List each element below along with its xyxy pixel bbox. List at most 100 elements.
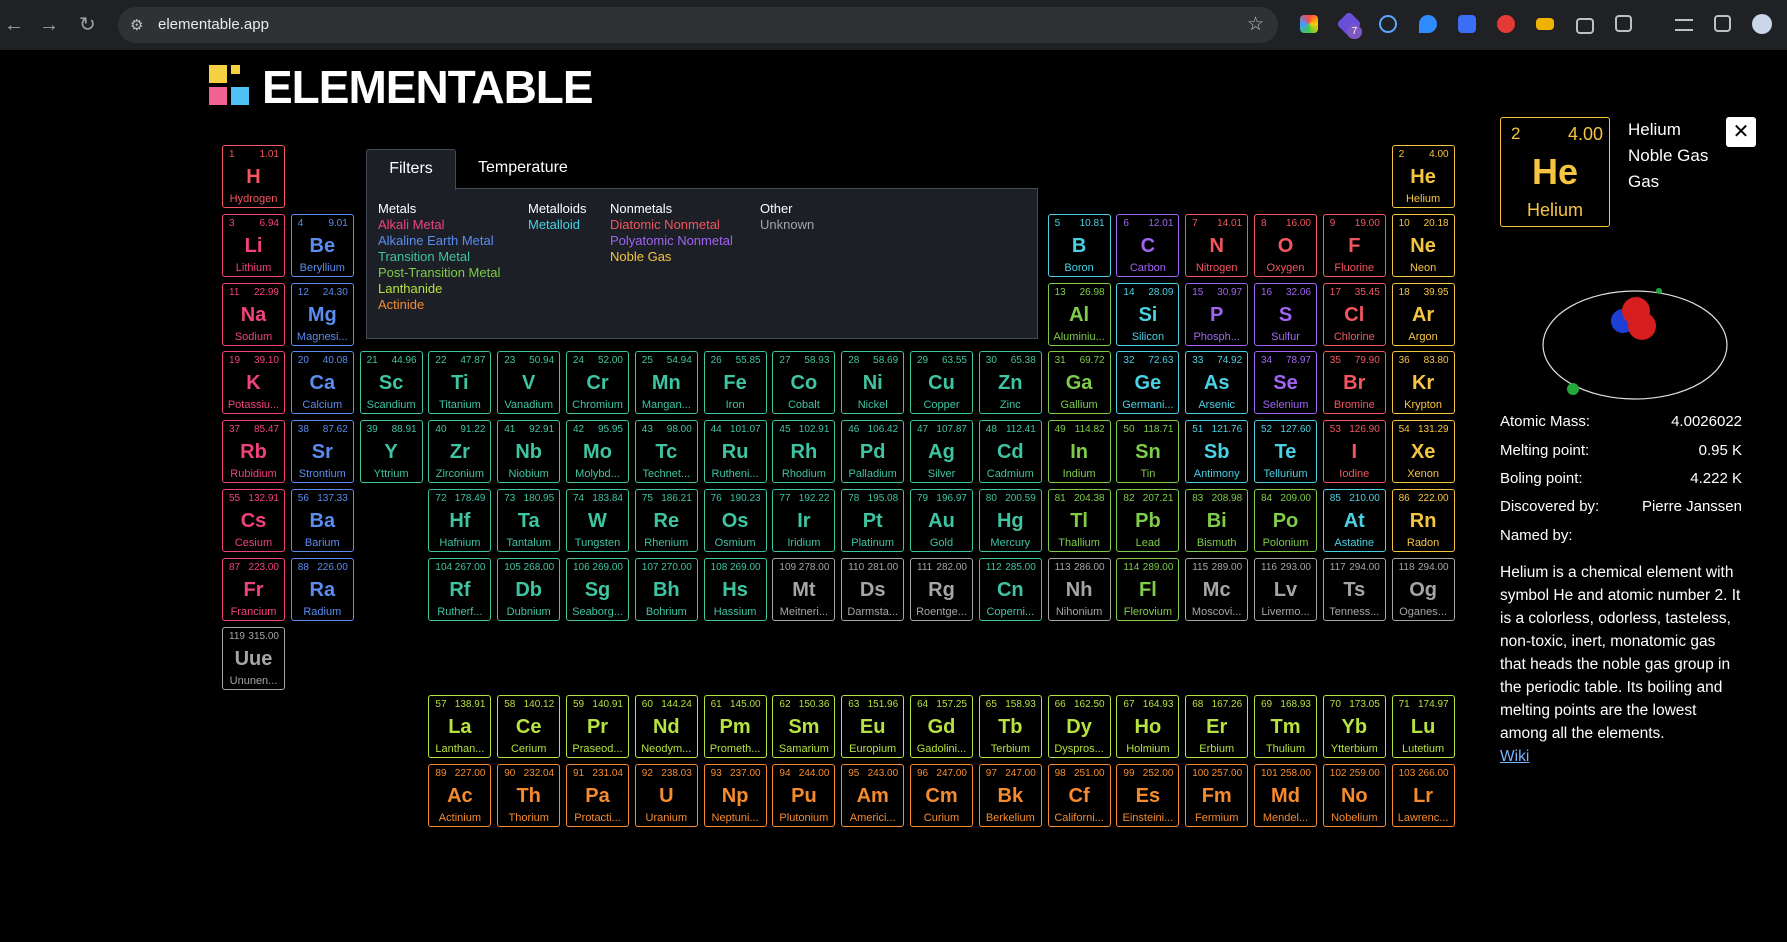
filter-noble-gas[interactable]: Noble Gas	[610, 249, 733, 265]
element-cell-as[interactable]: 33 74.92 As Arsenic	[1185, 351, 1249, 414]
filter-alkali-metal[interactable]: Alkali Metal	[378, 217, 500, 233]
element-cell-be[interactable]: 4 9.01 Be Beryllium	[290, 214, 354, 277]
side-panel-icon[interactable]	[1714, 15, 1731, 32]
reading-list-icon[interactable]	[1675, 19, 1693, 31]
element-cell-tm[interactable]: 69 168.93 Tm Thulium	[1254, 695, 1317, 758]
element-cell-pb[interactable]: 82 207.21 Pb Lead	[1116, 489, 1180, 552]
close-button[interactable]: ✕	[1726, 117, 1756, 147]
element-cell-al[interactable]: 13 26.98 Al Aluminiu...	[1047, 283, 1111, 346]
element-cell-ru[interactable]: 44 101.07 Ru Rutheni...	[703, 420, 767, 483]
element-cell-ga[interactable]: 31 69.72 Ga Gallium	[1047, 351, 1111, 414]
element-cell-se[interactable]: 34 78.97 Se Selenium	[1254, 351, 1317, 414]
element-cell-mt[interactable]: 109 278.00 Mt Meitneri...	[772, 558, 836, 621]
element-cell-sb[interactable]: 51 121.76 Sb Antimony	[1185, 420, 1249, 483]
element-cell-cf[interactable]: 98 251.00 Cf Californi...	[1047, 764, 1111, 827]
element-cell-b[interactable]: 5 10.81 B Boron	[1047, 214, 1111, 277]
site-info-icon[interactable]: ⚙	[130, 16, 143, 34]
filter-lanthanide[interactable]: Lanthanide	[378, 281, 500, 297]
element-cell-mn[interactable]: 25 54.94 Mn Mangan...	[634, 351, 698, 414]
element-cell-rn[interactable]: 86 222.00 Rn Radon	[1391, 489, 1455, 552]
element-cell-ir[interactable]: 77 192.22 Ir Iridium	[772, 489, 836, 552]
element-cell-ne[interactable]: 10 20.18 Ne Neon	[1391, 214, 1455, 277]
element-cell-nh[interactable]: 113 286.00 Nh Nihonium	[1047, 558, 1111, 621]
element-cell-pu[interactable]: 94 244.00 Pu Plutonium	[772, 764, 836, 827]
element-cell-dy[interactable]: 66 162.50 Dy Dyspros...	[1047, 695, 1111, 758]
element-cell-es[interactable]: 99 252.00 Es Einsteini...	[1116, 764, 1180, 827]
element-cell-pr[interactable]: 59 140.91 Pr Praseod...	[566, 695, 629, 758]
element-cell-ce[interactable]: 58 140.12 Ce Cerium	[497, 695, 561, 758]
element-cell-sr[interactable]: 38 87.62 Sr Strontium	[290, 420, 354, 483]
element-cell-na[interactable]: 11 22.99 Na Sodium	[222, 283, 285, 346]
element-cell-c[interactable]: 6 12.01 C Carbon	[1116, 214, 1180, 277]
element-cell-zr[interactable]: 40 91.22 Zr Zirconium	[428, 420, 492, 483]
element-cell-rg[interactable]: 111 282.00 Rg Roentge...	[910, 558, 973, 621]
element-cell-kr[interactable]: 36 83.80 Kr Krypton	[1391, 351, 1455, 414]
element-cell-fe[interactable]: 26 55.85 Fe Iron	[703, 351, 767, 414]
extension-react-icon[interactable]	[1379, 15, 1397, 33]
element-cell-sc[interactable]: 21 44.96 Sc Scandium	[359, 351, 423, 414]
element-cell-nd[interactable]: 60 144.24 Nd Neodym...	[634, 695, 698, 758]
tab-filters[interactable]: Filters	[366, 149, 456, 190]
element-cell-cd[interactable]: 48 112.41 Cd Cadmium	[978, 420, 1042, 483]
reload-icon[interactable]: ↻	[79, 13, 96, 37]
element-cell-te[interactable]: 52 127.60 Te Tellurium	[1254, 420, 1317, 483]
extension-drop-icon[interactable]	[1419, 15, 1437, 33]
element-cell-rb[interactable]: 37 85.47 Rb Rubidium	[222, 420, 285, 483]
element-cell-i[interactable]: 53 126.90 I Iodine	[1322, 420, 1386, 483]
element-cell-co[interactable]: 27 58.93 Co Cobalt	[772, 351, 836, 414]
element-cell-th[interactable]: 90 232.04 Th Thorium	[497, 764, 561, 827]
element-cell-er[interactable]: 68 167.26 Er Erbium	[1185, 695, 1249, 758]
element-cell-br[interactable]: 35 79.90 Br Bromine	[1322, 351, 1386, 414]
extension-folder-icon[interactable]	[1536, 18, 1554, 30]
url-text[interactable]: elementable.app	[158, 16, 269, 33]
element-cell-cm[interactable]: 96 247.00 Cm Curium	[910, 764, 973, 827]
element-cell-mc[interactable]: 115 289.00 Mc Moscovi...	[1185, 558, 1249, 621]
element-cell-re[interactable]: 75 186.21 Re Rhenium	[634, 489, 698, 552]
element-cell-ag[interactable]: 47 107.87 Ag Silver	[910, 420, 973, 483]
element-cell-rh[interactable]: 45 102.91 Rh Rhodium	[772, 420, 836, 483]
element-cell-li[interactable]: 3 6.94 Li Lithium	[222, 214, 285, 277]
filter-diatomic-nonmetal[interactable]: Diatomic Nonmetal	[610, 217, 733, 233]
filter-transition-metal[interactable]: Transition Metal	[378, 249, 500, 265]
filter-unknown[interactable]: Unknown	[760, 217, 814, 233]
camera-icon[interactable]	[1576, 18, 1594, 34]
element-cell-ta[interactable]: 73 180.95 Ta Tantalum	[497, 489, 561, 552]
element-cell-ra[interactable]: 88 226.00 Ra Radium	[290, 558, 354, 621]
element-cell-bh[interactable]: 107 270.00 Bh Bohrium	[634, 558, 698, 621]
element-cell-ar[interactable]: 18 39.95 Ar Argon	[1391, 283, 1455, 346]
element-cell-cr[interactable]: 24 52.00 Cr Chromium	[566, 351, 629, 414]
element-cell-s[interactable]: 16 32.06 S Sulfur	[1254, 283, 1317, 346]
extension-color-icon[interactable]	[1300, 15, 1318, 33]
element-cell-eu[interactable]: 63 151.96 Eu Europium	[841, 695, 905, 758]
element-cell-at[interactable]: 85 210.00 At Astatine	[1322, 489, 1386, 552]
element-cell-os[interactable]: 76 190.23 Os Osmium	[703, 489, 767, 552]
element-cell-ds[interactable]: 110 281.00 Ds Darmsta...	[841, 558, 905, 621]
logo-title[interactable]: ELEMENTABLE	[262, 60, 594, 114]
element-cell-np[interactable]: 93 237.00 Np Neptuni...	[703, 764, 767, 827]
element-cell-cl[interactable]: 17 35.45 Cl Chlorine	[1322, 283, 1386, 346]
element-cell-he[interactable]: 2 4.00 He Helium	[1391, 145, 1455, 208]
element-cell-xe[interactable]: 54 131.29 Xe Xenon	[1391, 420, 1455, 483]
element-cell-bk[interactable]: 97 247.00 Bk Berkelium	[978, 764, 1042, 827]
element-cell-si[interactable]: 14 28.09 Si Silicon	[1116, 283, 1180, 346]
element-cell-hf[interactable]: 72 178.49 Hf Hafnium	[428, 489, 492, 552]
element-cell-po[interactable]: 84 209.00 Po Polonium	[1254, 489, 1317, 552]
element-cell-n[interactable]: 7 14.01 N Nitrogen	[1185, 214, 1249, 277]
element-cell-h[interactable]: 1 1.01 H Hydrogen	[222, 145, 285, 208]
element-cell-md[interactable]: 101 258.00 Md Mendel...	[1254, 764, 1317, 827]
element-cell-fm[interactable]: 100 257.00 Fm Fermium	[1185, 764, 1249, 827]
element-cell-w[interactable]: 74 183.84 W Tungsten	[566, 489, 629, 552]
element-cell-sn[interactable]: 50 118.71 Sn Tin	[1116, 420, 1180, 483]
element-cell-cs[interactable]: 55 132.91 Cs Cesium	[222, 489, 285, 552]
element-cell-pm[interactable]: 61 145.00 Pm Prometh...	[703, 695, 767, 758]
element-cell-lr[interactable]: 103 266.00 Lr Lawrenc...	[1391, 764, 1455, 827]
element-cell-tc[interactable]: 43 98.00 Tc Technet...	[634, 420, 698, 483]
element-cell-ho[interactable]: 67 164.93 Ho Holmium	[1116, 695, 1180, 758]
element-cell-fl[interactable]: 114 289.00 Fl Flerovium	[1116, 558, 1180, 621]
element-cell-lu[interactable]: 71 174.97 Lu Lutetium	[1391, 695, 1455, 758]
filter-actinide[interactable]: Actinide	[378, 297, 500, 313]
extension-hand-icon[interactable]	[1497, 15, 1515, 33]
filter-polyatomic-nonmetal[interactable]: Polyatomic Nonmetal	[610, 233, 733, 249]
element-cell-yb[interactable]: 70 173.05 Yb Ytterbium	[1322, 695, 1386, 758]
element-cell-ti[interactable]: 22 47.87 Ti Titanium	[428, 351, 492, 414]
